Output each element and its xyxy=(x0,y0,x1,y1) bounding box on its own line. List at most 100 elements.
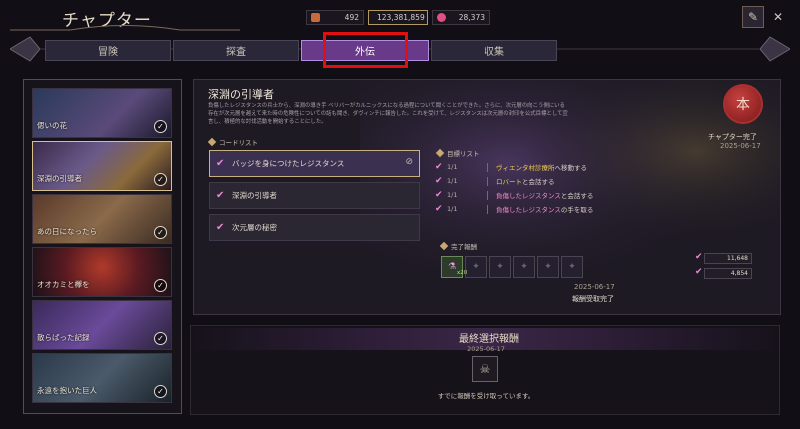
chapter-status: チャプター完了 xyxy=(708,133,757,141)
goal-target: 負傷したレジスタンス xyxy=(496,192,561,200)
code-item[interactable]: ✔ 次元層の秘密 xyxy=(209,214,420,241)
goal-action: へ移動する xyxy=(554,164,588,172)
annotation-highlight-box xyxy=(323,32,408,68)
chapter-item[interactable]: 永遠を抱いた巨人 ✓ xyxy=(32,353,172,403)
sparkle-icon: ✦ xyxy=(520,262,528,272)
diamond-icon xyxy=(435,148,445,158)
checkmark-icon: ✔ xyxy=(695,252,703,262)
chapter-item[interactable]: オオカミと欅を ✓ xyxy=(32,247,172,297)
goal-action: の手を取る xyxy=(560,206,594,214)
potion-icon: ⚗ xyxy=(447,262,457,272)
chapter-label: 散らばった記録 xyxy=(37,333,90,342)
code-item[interactable]: ✔ 深淵の引導者 xyxy=(209,182,420,209)
check-icon: ✓ xyxy=(154,226,167,239)
divider xyxy=(487,190,488,200)
currency-value: 492 xyxy=(344,13,359,22)
reward-chip: ✔ 4,854 xyxy=(695,267,752,279)
sparkle-icon: ✦ xyxy=(544,262,552,272)
chapter-label: 偲いの花 xyxy=(37,121,67,130)
currency-bar: 492 123,381,859 28,373 xyxy=(306,10,490,25)
tab-label: 収集 xyxy=(484,47,504,58)
code-label: 次元層の秘密 xyxy=(232,223,277,232)
goal-action: と会話する xyxy=(522,178,555,186)
check-icon: ✓ xyxy=(154,173,167,186)
reward-slot-empty: ✦ xyxy=(489,256,511,278)
code-item[interactable]: ✔ バッジを身につけたレジスタンス ⊘ xyxy=(209,150,420,177)
section-label: コードリスト xyxy=(219,139,258,147)
chapter-label: 深淵の引導者 xyxy=(37,174,82,183)
check-icon: ✓ xyxy=(154,385,167,398)
checkmark-icon: ✔ xyxy=(435,162,443,172)
code-list-header: コードリスト xyxy=(207,137,258,147)
chapter-item[interactable]: 偲いの花 ✓ xyxy=(32,88,172,138)
divider xyxy=(487,162,488,172)
reward-status: 報酬受取完了 xyxy=(572,295,614,303)
check-icon: ✓ xyxy=(154,332,167,345)
goal-item: ✔ 1/1 ヴィエンタ村診療所 へ移動する xyxy=(435,161,765,173)
tab-label: 探査 xyxy=(226,47,246,58)
final-reward-item[interactable]: ☠ xyxy=(472,356,498,382)
final-reward-message: すでに報酬を受け取っています。 xyxy=(437,392,535,400)
checkmark-icon: ✔ xyxy=(435,204,443,214)
skull-icon: ☠ xyxy=(479,362,491,376)
sparkle-icon: ✦ xyxy=(568,262,576,272)
reward-item-count: x20 xyxy=(457,270,468,276)
checkmark-icon: ✔ xyxy=(435,190,443,200)
diamond-icon xyxy=(207,137,217,147)
divider xyxy=(487,176,488,186)
reward-date: 2025-06-17 xyxy=(574,283,615,291)
goal-action: と会話する xyxy=(560,192,594,200)
tab-collection[interactable]: 収集 xyxy=(431,40,557,61)
chapter-detail-panel: 深淵の引導者 負傷したレジスタンスの兵士から、深淵の導き手 ベリバーがカルニック… xyxy=(193,79,781,315)
sparkle-icon: ✦ xyxy=(472,262,480,272)
goal-target: 負傷したレジスタンス xyxy=(496,206,561,214)
divider xyxy=(487,204,488,214)
goal-count: 1/1 xyxy=(447,163,458,171)
code-label: 深淵の引導者 xyxy=(232,191,277,200)
checkmark-icon: ✔ xyxy=(695,267,703,277)
goal-count: 1/1 xyxy=(447,191,458,199)
chapter-item[interactable]: 深淵の引導者 ✓ xyxy=(32,141,172,191)
chapter-item[interactable]: 散らばった記録 ✓ xyxy=(32,300,172,350)
goal-list-header: 目標リスト xyxy=(435,148,480,158)
section-label: 完了報酬 xyxy=(451,243,477,251)
chapter-item[interactable]: あの日になったら ✓ xyxy=(32,194,172,244)
goal-item: ✔ 1/1 ロバート と会話する xyxy=(435,175,765,187)
reward-slot-empty: ✦ xyxy=(561,256,583,278)
reward-slot-empty: ✦ xyxy=(465,256,487,278)
chapter-label: あの日になったら xyxy=(37,227,97,236)
bookmark-button[interactable]: ✎ xyxy=(742,6,764,28)
goal-target: ロバート xyxy=(496,178,522,186)
diamond-icon xyxy=(439,241,449,251)
gem-icon xyxy=(437,13,446,22)
tab-exploration[interactable]: 探査 xyxy=(173,40,299,61)
currency-gem: 28,373 xyxy=(432,10,490,25)
close-button[interactable]: ✕ xyxy=(767,6,789,28)
currency-value: 28,373 xyxy=(458,13,485,22)
goal-target: ヴィエンタ村診療所 xyxy=(496,164,555,172)
reward-chip-value: 4,854 xyxy=(730,270,748,277)
reward-header: 完了報酬 xyxy=(439,241,477,251)
chapter-label: 永遠を抱いた巨人 xyxy=(37,386,97,395)
goal-count: 1/1 xyxy=(447,205,458,213)
reward-slot-empty: ✦ xyxy=(537,256,559,278)
chapter-status-date: 2025-06-17 xyxy=(720,142,761,150)
currency-gold: 123,381,859 xyxy=(368,10,428,25)
sparkle-icon: ✦ xyxy=(496,262,504,272)
tab-adventure[interactable]: 冒険 xyxy=(45,40,171,61)
checkmark-icon: ✔ xyxy=(216,222,225,233)
tab-label: 冒険 xyxy=(98,47,118,58)
checkmark-icon: ✔ xyxy=(216,158,225,169)
reward-slot-empty: ✦ xyxy=(513,256,535,278)
book-icon: ✎ xyxy=(747,10,759,24)
ticket-icon xyxy=(311,13,320,22)
code-label: バッジを身につけたレジスタンス xyxy=(232,159,345,168)
check-icon: ✓ xyxy=(154,279,167,292)
chapter-description: 負傷したレジスタンスの兵士から、深淵の導き手 ベリバーがカルニックスになる過程に… xyxy=(208,103,568,125)
completion-seal-icon: 本 xyxy=(723,84,763,124)
goal-item: ✔ 1/1 負傷したレジスタンス の手を取る xyxy=(435,203,765,215)
reward-chip-value: 11,648 xyxy=(727,255,748,262)
chapter-label: オオカミと欅を xyxy=(37,280,90,289)
section-label: 目標リスト xyxy=(447,150,480,158)
currency-value: 123,381,859 xyxy=(377,13,425,22)
